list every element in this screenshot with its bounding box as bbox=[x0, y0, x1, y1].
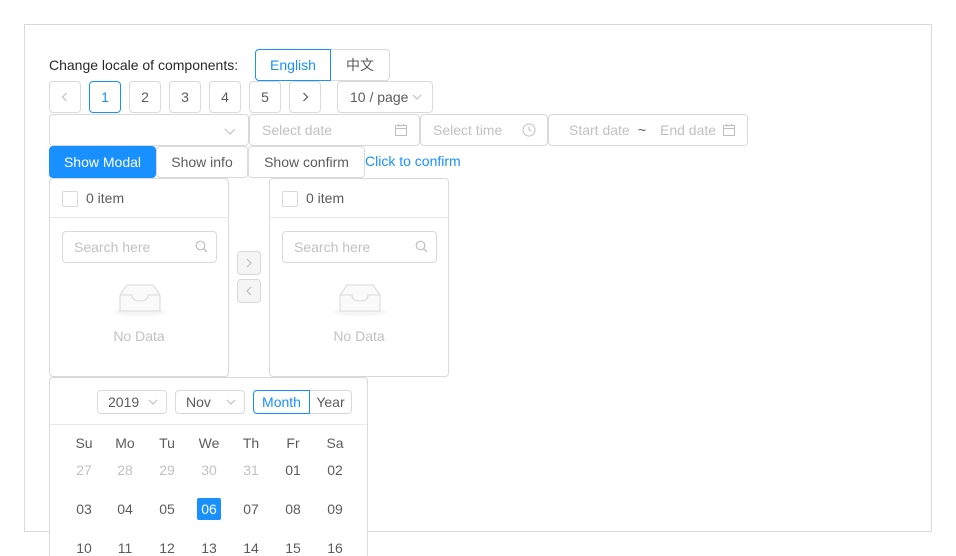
calendar-weekday-su: Su bbox=[75, 435, 93, 451]
search-icon bbox=[195, 240, 208, 253]
calendar-weekday-th: Th bbox=[242, 435, 260, 451]
calendar-mode-month[interactable]: Month bbox=[253, 390, 310, 414]
transfer-target-search-placeholder: Search here bbox=[294, 239, 371, 255]
calendar-day[interactable]: 14 bbox=[230, 537, 272, 556]
calendar-weekday-mo: Mo bbox=[115, 435, 135, 451]
calendar-weekday-we: We bbox=[198, 435, 220, 451]
calendar-year-value: 2019 bbox=[108, 394, 140, 410]
transfer-source-search-placeholder: Search here bbox=[74, 239, 151, 255]
chevron-down-icon bbox=[224, 128, 236, 135]
chevron-down-icon bbox=[412, 94, 422, 100]
calendar-day[interactable]: 01 bbox=[272, 459, 314, 481]
locale-label: Change locale of components: bbox=[49, 57, 239, 73]
calendar-day[interactable]: 04 bbox=[104, 498, 146, 520]
locale-english-button[interactable]: English bbox=[255, 49, 331, 81]
calendar-day[interactable]: 09 bbox=[314, 498, 356, 520]
calendar-icon bbox=[395, 124, 407, 136]
calendar-mode-year[interactable]: Year bbox=[309, 390, 352, 414]
chevron-right-icon bbox=[246, 258, 252, 268]
range-picker[interactable]: Start date ~ End date bbox=[548, 114, 748, 146]
date-picker-placeholder: Select date bbox=[262, 122, 333, 138]
transfer-source-search-input[interactable]: Search here bbox=[62, 231, 217, 263]
transfer-source-select-all-checkbox[interactable] bbox=[62, 191, 78, 207]
date-picker[interactable]: Select date bbox=[249, 114, 420, 146]
calendar-day[interactable]: 30 bbox=[188, 459, 230, 481]
calendar-panel: 2019 Nov Month Year Su Mo Tu We Th Fr Sa 27 28 2… bbox=[49, 377, 368, 556]
show-info-button[interactable]: Show info bbox=[156, 146, 248, 178]
empty-inbox-icon bbox=[114, 284, 166, 316]
calendar-day[interactable]: 13 bbox=[188, 537, 230, 556]
transfer-source-empty-text: No Data bbox=[113, 328, 165, 344]
transfer-target-search-input[interactable]: Search here bbox=[282, 231, 437, 263]
search-icon bbox=[415, 240, 428, 253]
transfer-target-header: 0 item bbox=[270, 179, 448, 218]
calendar-weekday-fr: Fr bbox=[286, 435, 300, 451]
range-end-placeholder: End date bbox=[660, 122, 717, 138]
calendar-day[interactable]: 05 bbox=[146, 498, 188, 520]
page-size-value: 10 / page bbox=[350, 89, 409, 105]
chevron-left-icon bbox=[61, 92, 67, 102]
calendar-day[interactable]: 11 bbox=[104, 537, 146, 556]
clock-icon bbox=[522, 123, 536, 137]
pagination-page-1[interactable]: 1 bbox=[89, 81, 121, 113]
transfer-target-count: 0 item bbox=[306, 190, 345, 206]
range-separator: ~ bbox=[638, 122, 647, 138]
click-to-confirm-link[interactable]: Click to confirm bbox=[365, 146, 475, 178]
calendar-day[interactable]: 16 bbox=[314, 537, 356, 556]
transfer-target-select-all-checkbox[interactable] bbox=[282, 191, 298, 207]
range-start-placeholder: Start date bbox=[569, 122, 630, 138]
pagination-page-5[interactable]: 5 bbox=[249, 81, 281, 113]
calendar-weekday-sa: Sa bbox=[326, 435, 344, 451]
transfer-source-count: 0 item bbox=[86, 190, 125, 206]
calendar-day[interactable]: 15 bbox=[272, 537, 314, 556]
time-picker[interactable]: Select time bbox=[420, 114, 548, 146]
calendar-header: 2019 Nov Month Year bbox=[50, 378, 367, 425]
page-size-select[interactable]: 10 / page bbox=[337, 81, 433, 113]
transfer-source-header: 0 item bbox=[50, 179, 228, 218]
locale-chinese-button[interactable]: 中文 bbox=[330, 49, 390, 81]
chevron-down-icon bbox=[148, 399, 158, 405]
transfer-move-right-button[interactable] bbox=[237, 251, 261, 275]
pagination-prev-button[interactable] bbox=[49, 81, 81, 113]
chevron-down-icon bbox=[226, 399, 236, 405]
pagination-page-3[interactable]: 3 bbox=[169, 81, 201, 113]
calendar-month-select[interactable]: Nov bbox=[175, 390, 245, 414]
generic-select[interactable] bbox=[49, 114, 249, 146]
calendar-day[interactable]: 08 bbox=[272, 498, 314, 520]
transfer-target-list: 0 item Search here No Data bbox=[269, 178, 449, 377]
calendar-day[interactable]: 31 bbox=[230, 459, 272, 481]
calendar-year-select[interactable]: 2019 bbox=[97, 390, 167, 414]
time-picker-placeholder: Select time bbox=[433, 122, 503, 138]
transfer-target-empty-text: No Data bbox=[333, 328, 385, 344]
calendar-day-selected-value: 06 bbox=[197, 498, 221, 520]
calendar-day[interactable]: 12 bbox=[146, 537, 188, 556]
chevron-right-icon bbox=[303, 92, 309, 102]
transfer-move-left-button[interactable] bbox=[237, 279, 261, 303]
calendar-day[interactable]: 07 bbox=[230, 498, 272, 520]
calendar-day[interactable]: 28 bbox=[104, 459, 146, 481]
calendar-month-value: Nov bbox=[186, 394, 211, 410]
chevron-left-icon bbox=[246, 286, 252, 296]
show-modal-button[interactable]: Show Modal bbox=[49, 146, 156, 178]
calendar-day-selected[interactable]: 06 bbox=[188, 498, 230, 520]
pagination-page-4[interactable]: 4 bbox=[209, 81, 241, 113]
pagination-page-2[interactable]: 2 bbox=[129, 81, 161, 113]
pagination-next-button[interactable] bbox=[289, 81, 321, 113]
calendar-day[interactable]: 10 bbox=[63, 537, 105, 556]
transfer-source-list: 0 item Search here No Data bbox=[49, 178, 229, 377]
calendar-weekday-tu: Tu bbox=[159, 435, 175, 451]
calendar-day[interactable]: 27 bbox=[63, 459, 105, 481]
calendar-day[interactable]: 02 bbox=[314, 459, 356, 481]
empty-inbox-icon bbox=[334, 284, 386, 316]
calendar-icon bbox=[723, 124, 735, 136]
show-confirm-button[interactable]: Show confirm bbox=[248, 146, 365, 178]
calendar-day[interactable]: 03 bbox=[63, 498, 105, 520]
calendar-day[interactable]: 29 bbox=[146, 459, 188, 481]
